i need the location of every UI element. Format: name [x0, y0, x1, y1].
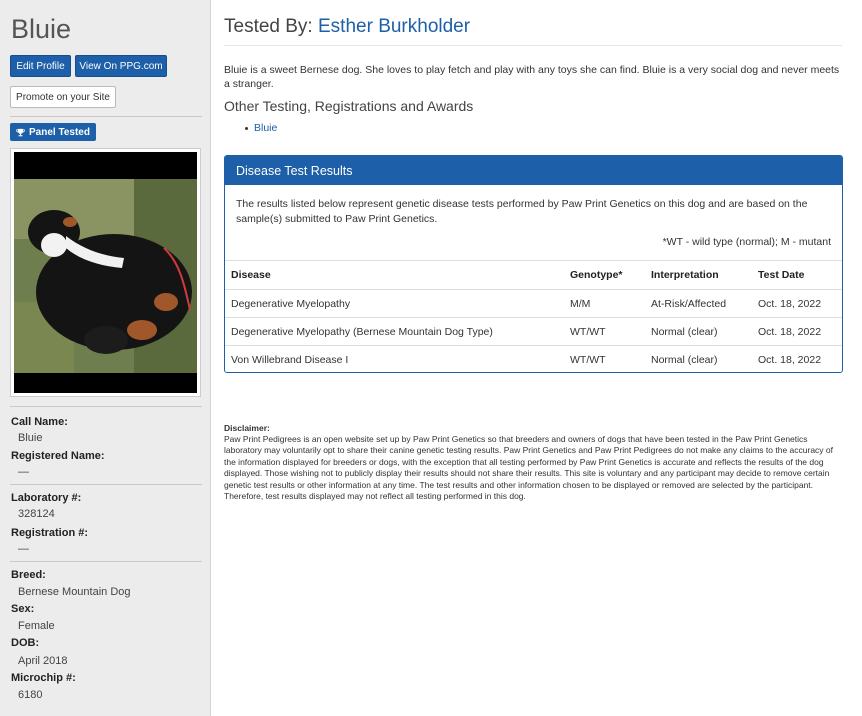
genotype-cell: WT/WT: [564, 345, 645, 372]
table-header-row: Disease Genotype* Interpretation Test Da…: [225, 260, 842, 290]
interpretation-cell: Normal (clear): [645, 317, 752, 346]
dog-photo: [14, 152, 197, 393]
sidebar: Bluie Edit Profile View On PPG.com Promo…: [0, 0, 211, 716]
edit-profile-button[interactable]: Edit Profile: [10, 55, 71, 77]
microchip-value: 6180: [18, 689, 43, 701]
tester-link[interactable]: Esther Burkholder: [318, 16, 470, 37]
heading-divider: [224, 45, 842, 46]
bullet-icon: [245, 126, 248, 130]
column-header: Test Date: [752, 260, 842, 290]
dog-photo-image: [14, 152, 197, 393]
promote-button[interactable]: Promote on your Site: [10, 86, 116, 108]
breed-value: Bernese Mountain Dog: [18, 586, 131, 598]
sidebar-divider: [10, 484, 202, 485]
dog-description: Bluie is a sweet Bernese dog. She loves …: [224, 64, 840, 90]
sex-label: Sex:: [11, 603, 35, 615]
disease-cell: Degenerative Myelopathy (Bernese Mountai…: [225, 317, 564, 346]
column-header: Disease: [225, 260, 564, 290]
sex-value: Female: [18, 620, 55, 632]
interpretation-cell: Normal (clear): [645, 345, 752, 372]
test-date-cell: Oct. 18, 2022: [752, 289, 842, 318]
results-table: Disease Genotype* Interpretation Test Da…: [225, 260, 842, 372]
table-row: Von Willebrand Disease I WT/WT Normal (c…: [225, 345, 842, 372]
laboratory-number-value: 328124: [18, 508, 55, 520]
sidebar-divider: [10, 406, 202, 407]
other-testing-heading: Other Testing, Registrations and Awards: [224, 98, 474, 114]
other-testing-link[interactable]: Bluie: [254, 122, 277, 134]
dog-name: Bluie: [11, 14, 72, 44]
view-on-ppg-button[interactable]: View On PPG.com: [75, 55, 167, 77]
column-header: Genotype*: [564, 260, 645, 290]
registered-name-value: —: [18, 466, 29, 478]
breed-label: Breed:: [11, 569, 46, 581]
disease-cell: Von Willebrand Disease I: [225, 345, 564, 372]
disease-results-panel: Disease Test Results The results listed …: [224, 155, 843, 373]
registration-number-value: —: [18, 543, 29, 555]
call-name-value: Bluie: [18, 432, 43, 444]
tested-by-heading: Tested By: Esther Burkholder: [224, 16, 470, 38]
panel-tested-label: Panel Tested: [29, 126, 90, 138]
genotype-legend: *WT - wild type (normal); M - mutant: [662, 236, 831, 248]
registration-number-label: Registration #:: [11, 527, 89, 539]
dob-value: April 2018: [18, 655, 68, 667]
sidebar-divider: [10, 116, 202, 117]
registered-name-label: Registered Name:: [11, 450, 105, 462]
disclaimer-text: Paw Print Pedigrees is an open website s…: [224, 434, 833, 502]
panel-tested-badge[interactable]: Panel Tested: [10, 123, 96, 141]
table-row: Degenerative Myelopathy M/M At-Risk/Affe…: [225, 289, 842, 318]
main-content: Tested By: Esther Burkholder Bluie is a …: [212, 0, 862, 716]
list-item: Bluie: [245, 122, 277, 134]
test-date-cell: Oct. 18, 2022: [752, 345, 842, 372]
trophy-icon: [16, 128, 25, 136]
genotype-cell: M/M: [564, 289, 645, 318]
table-row: Degenerative Myelopathy (Bernese Mountai…: [225, 317, 842, 346]
call-name-label: Call Name:: [11, 416, 68, 428]
microchip-label: Microchip #:: [11, 672, 76, 684]
test-date-cell: Oct. 18, 2022: [752, 317, 842, 346]
sidebar-divider: [10, 561, 202, 562]
genotype-cell: WT/WT: [564, 317, 645, 346]
disclaimer-title: Disclaimer:: [224, 423, 270, 433]
laboratory-number-label: Laboratory #:: [11, 492, 82, 504]
interpretation-cell: At-Risk/Affected: [645, 289, 752, 318]
column-header: Interpretation: [645, 260, 752, 290]
disease-cell: Degenerative Myelopathy: [225, 289, 564, 318]
results-intro: The results listed below represent genet…: [236, 198, 808, 225]
dog-photo-frame: [10, 148, 201, 397]
dob-label: DOB:: [11, 637, 40, 649]
disease-results-title: Disease Test Results: [225, 156, 842, 185]
tested-by-label: Tested By:: [224, 16, 313, 37]
